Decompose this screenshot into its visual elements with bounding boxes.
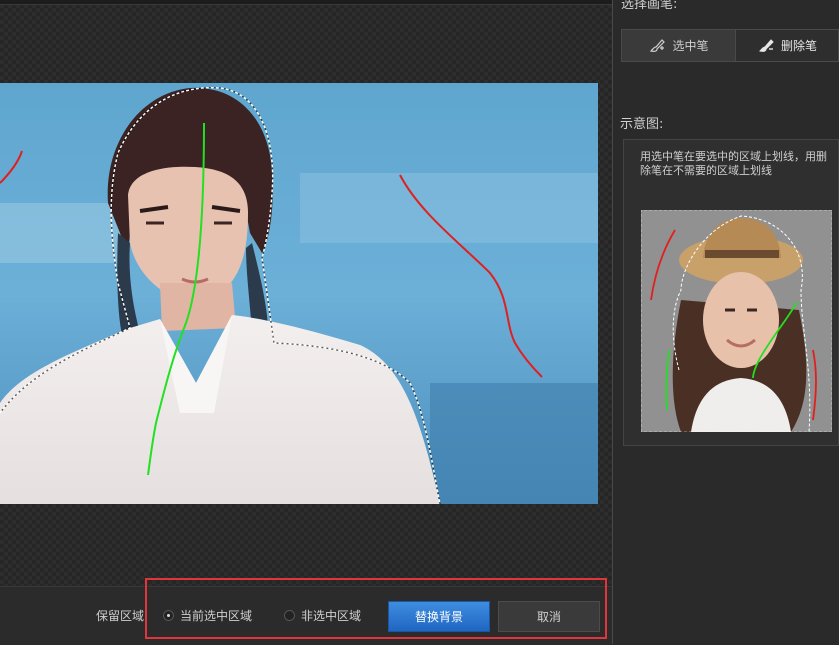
canvas-top-rule xyxy=(0,0,612,5)
select-brush-button[interactable]: 选中笔 xyxy=(621,29,736,62)
editing-canvas[interactable] xyxy=(0,0,612,645)
demo-example-image xyxy=(641,210,832,432)
keep-area-label: 保留区域: xyxy=(96,609,149,623)
radio-non-label: 非选中区域 xyxy=(301,609,362,623)
brush-delete-icon xyxy=(759,38,774,52)
select-brush-label: 选中笔 xyxy=(672,39,709,53)
radio-current-selection[interactable]: 当前选中区域 xyxy=(163,607,252,624)
demo-instruction: 用选中笔在要选中的区域上划线，用删除笔在不需要的区域上划线 xyxy=(640,150,827,177)
radio-non-selection[interactable]: 非选中区域 xyxy=(284,607,361,624)
radio-icon[interactable] xyxy=(163,610,174,621)
brush-select-icon xyxy=(650,38,666,52)
demo-panel: 用选中笔在要选中的区域上划线，用删除笔在不需要的区域上划线 xyxy=(623,139,839,446)
replace-background-button[interactable]: 替换背景 xyxy=(388,601,490,632)
radio-current-label: 当前选中区域 xyxy=(180,609,253,623)
brush-section-title: 选择画笔: xyxy=(621,0,678,12)
panel-divider xyxy=(612,0,613,644)
delete-brush-button[interactable]: 删除笔 xyxy=(736,29,839,62)
delete-brush-label: 删除笔 xyxy=(780,39,817,53)
radio-icon[interactable] xyxy=(284,610,295,621)
cancel-button[interactable]: 取消 xyxy=(498,601,600,632)
demo-title: 示意图: xyxy=(620,117,664,132)
edited-photo[interactable] xyxy=(0,83,598,504)
